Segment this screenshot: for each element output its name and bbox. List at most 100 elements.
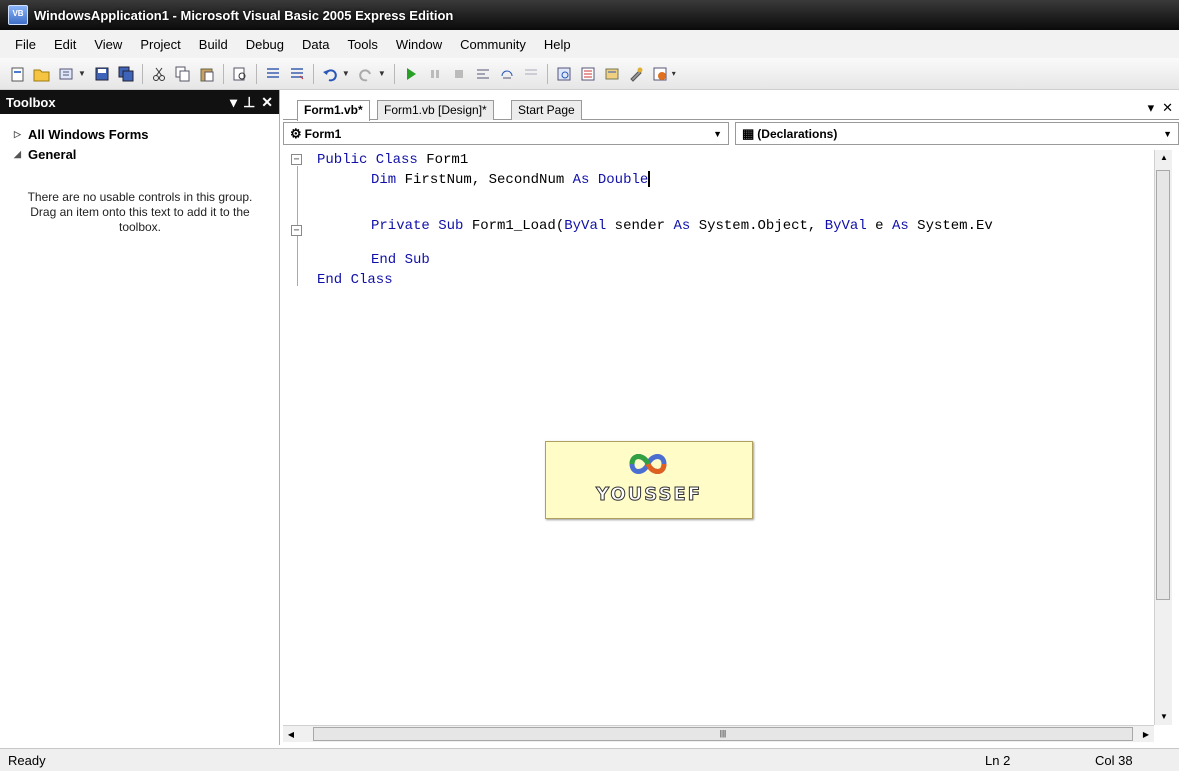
class-name-value: Form1 — [304, 126, 342, 141]
close-icon[interactable]: ✕ — [261, 94, 273, 111]
toolbox-group-label: All Windows Forms — [28, 126, 149, 142]
object-browser-icon[interactable] — [602, 64, 622, 84]
keyword: Private Sub — [371, 218, 464, 234]
text-caret — [648, 171, 651, 188]
title-bar[interactable]: VB WindowsApplication1 - Microsoft Visua… — [0, 0, 1179, 30]
method-name-value: (Declarations) — [757, 126, 838, 141]
horizontal-scrollbar[interactable]: ◀ ||| ▶ — [283, 725, 1154, 742]
redo-icon[interactable] — [356, 64, 376, 84]
pause-icon[interactable] — [425, 64, 445, 84]
undo-icon[interactable] — [320, 64, 340, 84]
menu-bar: File Edit View Project Build Debug Data … — [0, 30, 1179, 58]
status-line-number: Ln 2 — [985, 753, 1011, 768]
keyword: ByVal — [564, 218, 607, 234]
toolbox-group-all-windows-forms[interactable]: ▷ All Windows Forms — [0, 124, 279, 144]
menu-project[interactable]: Project — [131, 37, 189, 52]
auto-hide-pin-icon[interactable]: ⊥ — [243, 94, 255, 111]
copy-icon[interactable] — [173, 64, 193, 84]
add-item-icon[interactable] — [56, 64, 76, 84]
toolbar-separator — [312, 63, 314, 84]
toolbar-separator — [546, 63, 548, 84]
redo-dropdown-icon[interactable]: ▼ — [378, 69, 386, 78]
window-position-dropdown-icon[interactable]: ▾ — [230, 94, 237, 111]
menu-data[interactable]: Data — [293, 37, 338, 52]
undo-dropdown-icon[interactable]: ▼ — [342, 69, 350, 78]
menu-edit[interactable]: Edit — [45, 37, 85, 52]
standard-toolbar: ▼ ▼ ▼ ▾ — [0, 58, 1179, 90]
horizontal-scroll-thumb[interactable]: ||| — [313, 727, 1133, 741]
menu-build[interactable]: Build — [190, 37, 237, 52]
menu-help[interactable]: Help — [535, 37, 580, 52]
active-files-dropdown-icon[interactable]: ▾ — [1148, 100, 1155, 116]
class-icon: ⚙ — [290, 125, 302, 141]
step-into-icon[interactable] — [473, 64, 493, 84]
menu-debug[interactable]: Debug — [237, 37, 293, 52]
code-line-1: Public Class Form1 — [317, 150, 468, 170]
toolbar-separator — [255, 63, 257, 84]
collapse-sub-icon[interactable]: − — [291, 225, 302, 236]
code-text: System.Ev — [908, 218, 993, 234]
window-title: WindowsApplication1 - Microsoft Visual B… — [34, 7, 454, 23]
tab-start-page[interactable]: Start Page — [511, 100, 582, 120]
open-folder-icon[interactable] — [32, 64, 52, 84]
scroll-right-icon[interactable]: ▶ — [1138, 726, 1154, 743]
start-debugging-icon[interactable] — [401, 64, 421, 84]
paste-icon[interactable] — [197, 64, 217, 84]
add-item-dropdown-icon[interactable]: ▼ — [78, 69, 86, 78]
solution-explorer-icon[interactable] — [554, 64, 574, 84]
code-text: Form1_Load( — [463, 218, 565, 234]
method-name-combo[interactable]: ▦ (Declarations) ▼ — [735, 122, 1179, 145]
chevron-down-icon[interactable]: ▼ — [713, 129, 722, 139]
code-text: e — [866, 218, 892, 234]
menu-file[interactable]: File — [6, 37, 45, 52]
navigation-bar: ⚙ Form1 ▼ ▦ (Declarations) ▼ — [283, 122, 1179, 146]
menu-window[interactable]: Window — [387, 37, 451, 52]
toolbox-group-general[interactable]: ◢ General — [0, 144, 279, 164]
keyword: Public Class — [317, 152, 418, 168]
status-column-number: Col 38 — [1095, 753, 1133, 768]
toolbox-group-label: General — [28, 146, 77, 162]
keyword: As — [891, 218, 909, 234]
code-editor[interactable]: − − Public Class Form1 Dim FirstNum, Sec… — [283, 150, 1154, 725]
keyword: ByVal — [824, 218, 867, 234]
save-icon[interactable] — [92, 64, 112, 84]
tab-form1-code[interactable]: Form1.vb* — [297, 100, 370, 121]
toolbar-separator — [141, 63, 143, 84]
scroll-left-icon[interactable]: ◀ — [283, 726, 299, 743]
expand-arrow-icon: ▷ — [14, 128, 21, 139]
toolbox-panel: Toolbox ▾ ⊥ ✕ ▷ All Windows Forms ◢ Gene… — [0, 90, 280, 745]
class-name-combo[interactable]: ⚙ Form1 ▼ — [283, 122, 729, 145]
menu-community[interactable]: Community — [451, 37, 535, 52]
menu-view[interactable]: View — [85, 37, 131, 52]
vertical-scroll-thumb[interactable] — [1156, 170, 1170, 600]
save-all-icon[interactable] — [116, 64, 136, 84]
toolbox-title: Toolbox — [6, 94, 56, 110]
find-icon[interactable] — [230, 64, 250, 84]
stop-icon[interactable] — [449, 64, 469, 84]
vertical-scrollbar[interactable]: ▲ ▼ — [1154, 150, 1172, 725]
close-document-icon[interactable]: ✕ — [1162, 100, 1173, 116]
vb-app-icon[interactable]: VB — [8, 5, 28, 25]
properties-icon[interactable] — [578, 64, 598, 84]
keyword: As — [673, 218, 691, 234]
new-project-icon[interactable] — [8, 64, 28, 84]
code-text: sender — [606, 218, 674, 234]
scroll-down-icon[interactable]: ▼ — [1155, 709, 1173, 725]
step-out-icon[interactable] — [521, 64, 541, 84]
menu-tools[interactable]: Tools — [338, 37, 386, 52]
scroll-up-icon[interactable]: ▲ — [1155, 150, 1173, 166]
toolbox-header: Toolbox ▾ ⊥ ✕ — [0, 90, 279, 114]
declarations-icon: ▦ — [742, 125, 755, 141]
tab-form1-design[interactable]: Form1.vb [Design]* — [377, 100, 494, 120]
chevron-down-icon[interactable]: ▼ — [1163, 129, 1172, 139]
toolbox-icon[interactable] — [626, 64, 646, 84]
toolbox-empty-message[interactable]: There are no usable controls in this gro… — [20, 190, 260, 235]
uncomment-icon[interactable] — [287, 64, 307, 84]
toolbar-separator — [393, 63, 395, 84]
cut-icon[interactable] — [149, 64, 169, 84]
comment-icon[interactable] — [263, 64, 283, 84]
start-page-icon[interactable] — [650, 64, 670, 84]
collapse-class-icon[interactable]: − — [291, 154, 302, 165]
toolbar-overflow-icon[interactable]: ▾ — [672, 69, 676, 78]
step-over-icon[interactable] — [497, 64, 517, 84]
